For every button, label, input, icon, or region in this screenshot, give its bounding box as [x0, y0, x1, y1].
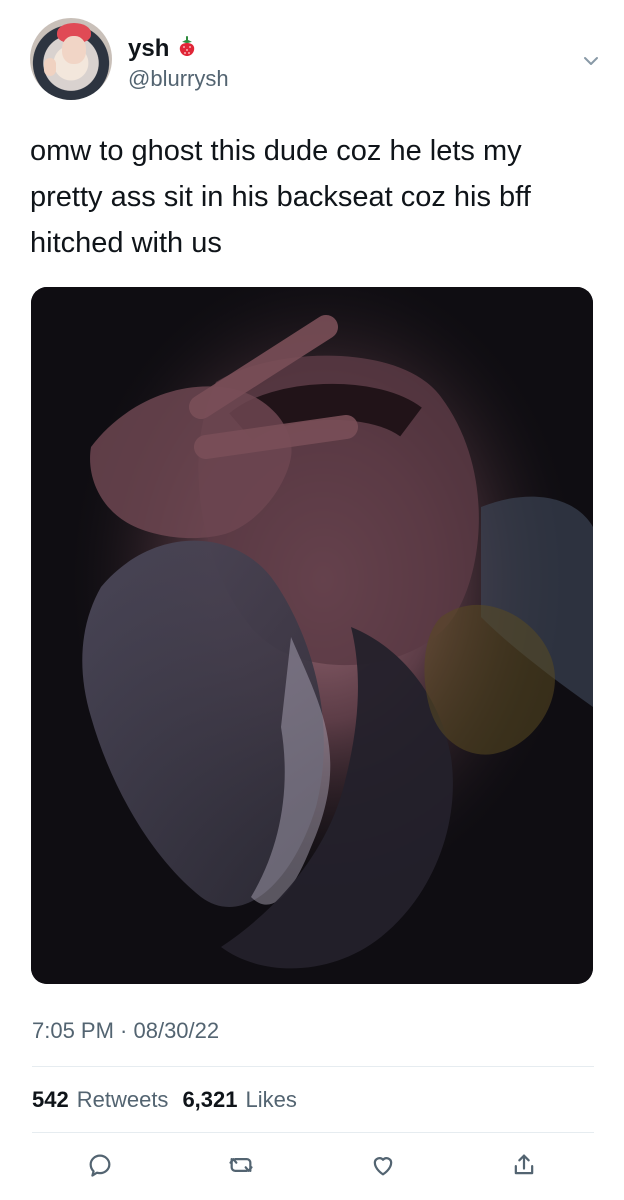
likes-count[interactable]: 6,321 — [182, 1087, 237, 1113]
tweet-header: ysh @blurrysh — [30, 18, 600, 102]
divider — [32, 1132, 594, 1133]
author-name-row[interactable]: ysh — [128, 34, 199, 63]
like-icon[interactable] — [369, 1151, 397, 1179]
chevron-down-icon[interactable] — [582, 52, 600, 70]
author-display-name[interactable]: ysh — [128, 35, 169, 63]
divider — [32, 1066, 594, 1067]
tweet-stats: 542 Retweets 6,321 Likes — [32, 1087, 303, 1113]
reply-icon[interactable] — [86, 1151, 114, 1179]
tweet-timestamp[interactable]: 7:05 PM · 08/30/22 — [32, 1018, 219, 1044]
retweets-label[interactable]: Retweets — [77, 1087, 169, 1113]
retweets-count[interactable]: 542 — [32, 1087, 69, 1113]
author-handle[interactable]: @blurrysh — [128, 66, 229, 92]
tweet-text: omw to ghost this dude coz he lets my pr… — [30, 135, 531, 259]
likes-label[interactable]: Likes — [246, 1087, 297, 1113]
tweet-actions — [30, 1145, 594, 1185]
avatar[interactable] — [30, 18, 112, 100]
strawberry-icon — [175, 34, 199, 63]
tweet-photo[interactable] — [31, 287, 593, 984]
retweet-icon[interactable] — [227, 1151, 255, 1179]
share-icon[interactable] — [510, 1151, 538, 1179]
